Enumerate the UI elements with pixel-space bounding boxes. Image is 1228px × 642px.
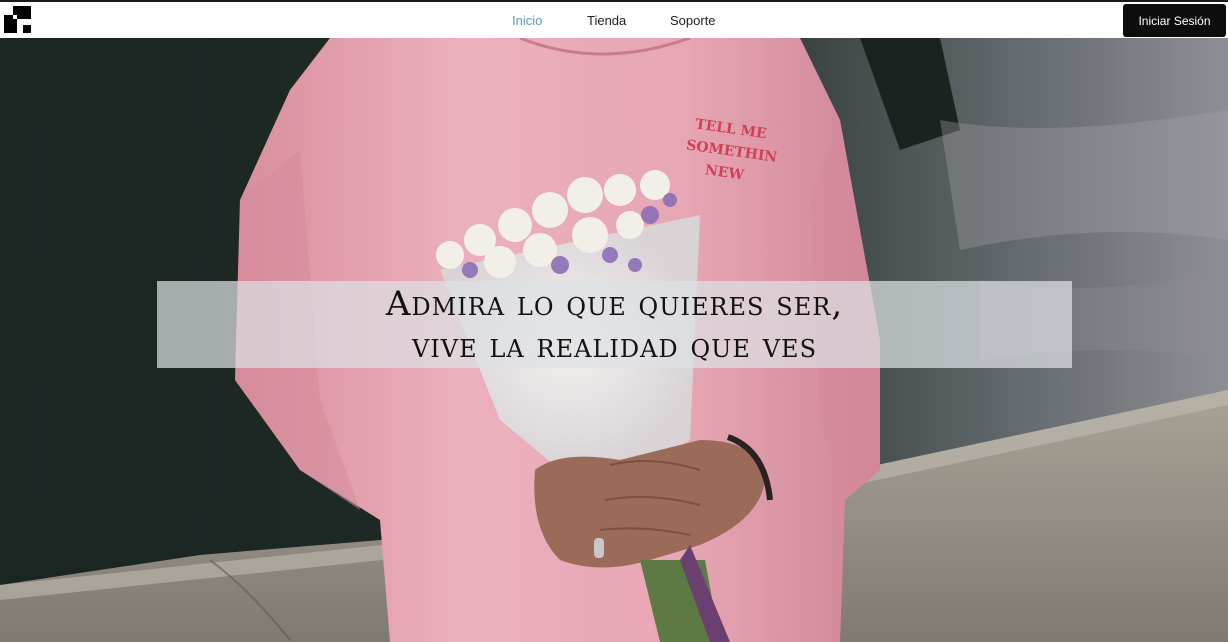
top-navbar: Inicio Tienda Soporte Iniciar Sesión: [0, 0, 1228, 38]
hero-caption: Admira lo que quieres ser, vive la reali…: [157, 281, 1072, 368]
nav-link-inicio[interactable]: Inicio: [512, 13, 542, 28]
nav-links: Inicio Tienda Soporte: [0, 2, 1228, 38]
page: Inicio Tienda Soporte Iniciar Sesión TEL…: [0, 0, 1228, 642]
login-button[interactable]: Iniciar Sesión: [1123, 4, 1226, 37]
nav-link-soporte[interactable]: Soporte: [670, 13, 716, 28]
nav-link-tienda[interactable]: Tienda: [587, 13, 626, 28]
hero-caption-line1: Admira lo que quieres ser,: [385, 284, 844, 324]
hero-caption-line2: vive la realidad que ves: [411, 326, 818, 366]
